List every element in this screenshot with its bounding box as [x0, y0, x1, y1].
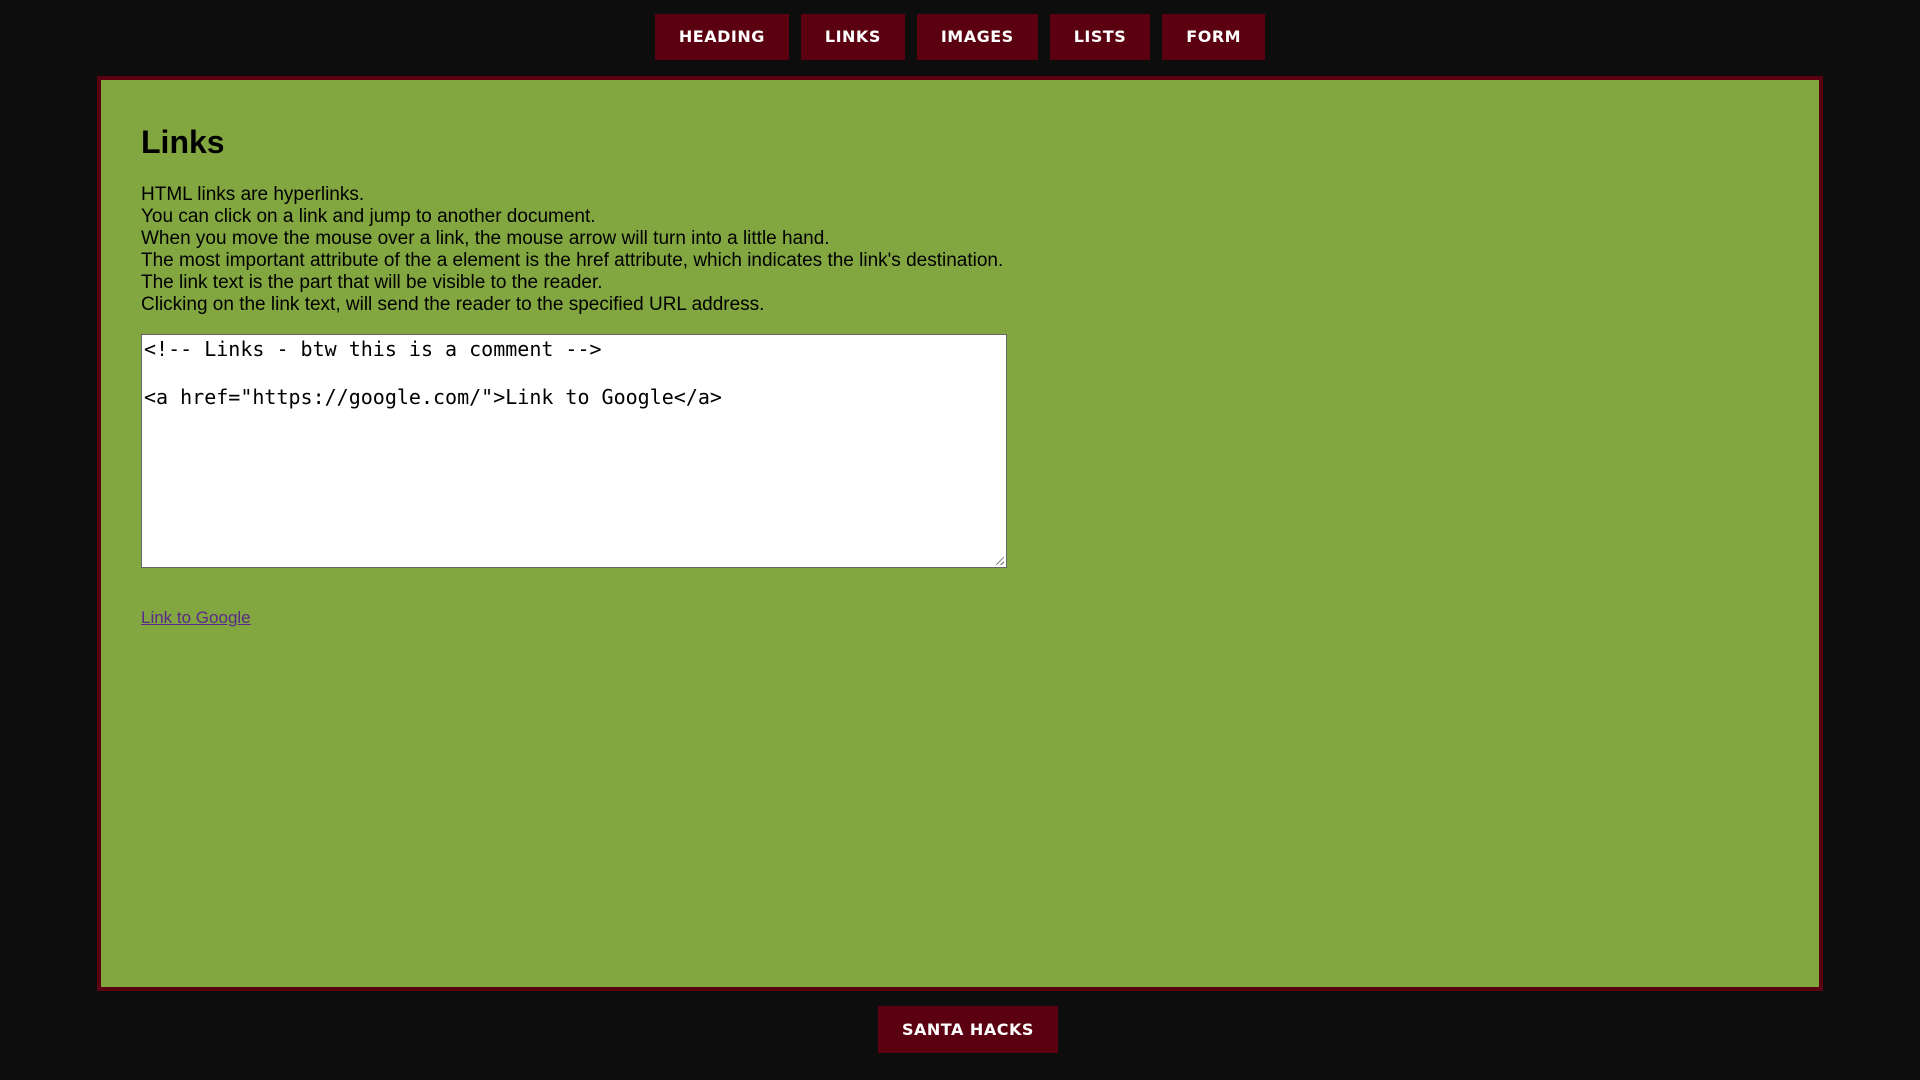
code-line: <a href="https://google.com/">Link to Go… [144, 385, 722, 409]
code-editor-textarea[interactable]: <!-- Links - btw this is a comment --> <… [141, 334, 1007, 568]
nav-heading-button[interactable]: Heading [654, 14, 789, 60]
output-link-google[interactable]: Link to Google [141, 608, 251, 628]
description-line: When you move the mouse over a link, the… [141, 228, 830, 249]
description-line: Clicking on the link text, will send the… [141, 294, 765, 315]
description-line: HTML links are hyperlinks. [141, 184, 365, 205]
resize-handle-icon[interactable] [996, 557, 1004, 565]
description-line: You can click on a link and jump to anot… [141, 206, 596, 227]
description-line: The link text is the part that will be v… [141, 272, 603, 293]
nav-lists-button[interactable]: Lists [1049, 14, 1151, 60]
page-title: Links [141, 124, 225, 160]
content-panel: Links HTML links are hyperlinks. You can… [97, 76, 1823, 991]
description-line: The most important attribute of the a el… [141, 250, 1004, 271]
description-text: HTML links are hyperlinks. You can click… [141, 184, 1003, 316]
nav-links-button[interactable]: Links [800, 14, 905, 60]
nav-images-button[interactable]: Images [916, 14, 1038, 60]
nav-form-button[interactable]: Form [1162, 14, 1266, 60]
code-line: <!-- Links - btw this is a comment --> [144, 337, 602, 361]
top-navigation: Heading Links Images Lists Form [0, 14, 1920, 60]
santa-hacks-button[interactable]: Santa Hacks [878, 1006, 1058, 1053]
